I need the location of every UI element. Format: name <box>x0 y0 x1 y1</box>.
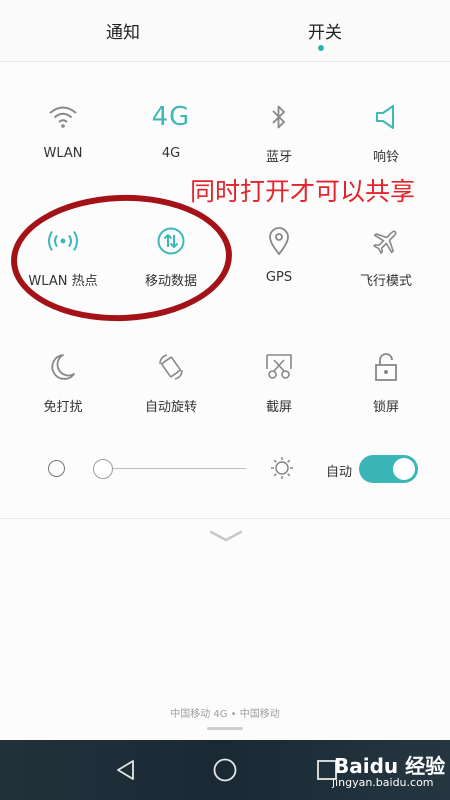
toggle-label: 自动旋转 <box>144 400 197 415</box>
carrier-label: 中国移动 4G • 中国移动 <box>170 709 280 720</box>
toggle-auto-rotate[interactable]: 自动旋转 <box>115 347 227 437</box>
speaker-icon <box>366 97 406 137</box>
toggle-lock-screen[interactable]: 锁屏 <box>330 347 442 437</box>
toggle-label: 截屏 <box>265 400 292 415</box>
moon-icon <box>43 347 83 387</box>
toggle-airplane-mode[interactable]: 飞行模式 <box>330 221 442 311</box>
tab-switches[interactable]: 开关 <box>265 18 385 43</box>
toggle-label: WLAN <box>43 146 83 161</box>
toggle-do-not-disturb[interactable]: 免打扰 <box>7 347 119 437</box>
toggle-label: 4G <box>161 146 181 161</box>
auto-rotate-icon <box>151 347 191 387</box>
toggle-label: 锁屏 <box>372 400 399 415</box>
annotation-text: 同时打开才可以共享 <box>190 177 416 206</box>
drag-handle[interactable] <box>207 727 243 730</box>
sun-icon <box>270 456 294 480</box>
4g-icon: 4G <box>151 102 191 132</box>
home-icon[interactable] <box>211 756 239 784</box>
wifi-icon <box>43 97 83 137</box>
toggle-label: 免打扰 <box>43 400 83 415</box>
unlock-icon <box>366 347 406 387</box>
toggle-screenshot[interactable]: 截屏 <box>223 347 335 437</box>
toggle-gps[interactable]: GPS <box>223 221 335 311</box>
auto-brightness-label: 自动 <box>326 465 353 480</box>
watermark-url: jingyan.baidu.com <box>332 776 434 789</box>
watermark-logo: Baidu 经验 <box>334 754 446 778</box>
bluetooth-icon <box>259 97 299 137</box>
screenshot-icon <box>259 347 299 387</box>
chevron-down-icon[interactable] <box>209 528 243 544</box>
toggle-wlan[interactable]: WLAN <box>7 97 119 187</box>
switch-knob <box>393 458 415 480</box>
toggle-label: 响铃 <box>372 150 399 165</box>
brightness-slider-thumb[interactable] <box>93 459 113 479</box>
location-pin-icon <box>259 221 299 261</box>
auto-brightness-switch[interactable] <box>359 455 418 483</box>
toggle-label: 蓝牙 <box>265 150 292 165</box>
toggle-label: 飞行模式 <box>359 274 412 289</box>
divider <box>0 518 450 519</box>
back-icon[interactable] <box>112 756 140 784</box>
panel-tabs: 通知 开关 <box>0 0 450 62</box>
tab-notifications[interactable]: 通知 <box>63 18 183 43</box>
toggle-label: GPS <box>265 270 293 285</box>
brightness-low-icon <box>48 460 65 477</box>
airplane-icon <box>366 221 406 261</box>
brightness-slider-track[interactable] <box>103 468 246 469</box>
baidu-jingyan-watermark: Baidu 经验 jingyan.baidu.com <box>332 746 450 800</box>
active-tab-indicator <box>318 45 324 51</box>
